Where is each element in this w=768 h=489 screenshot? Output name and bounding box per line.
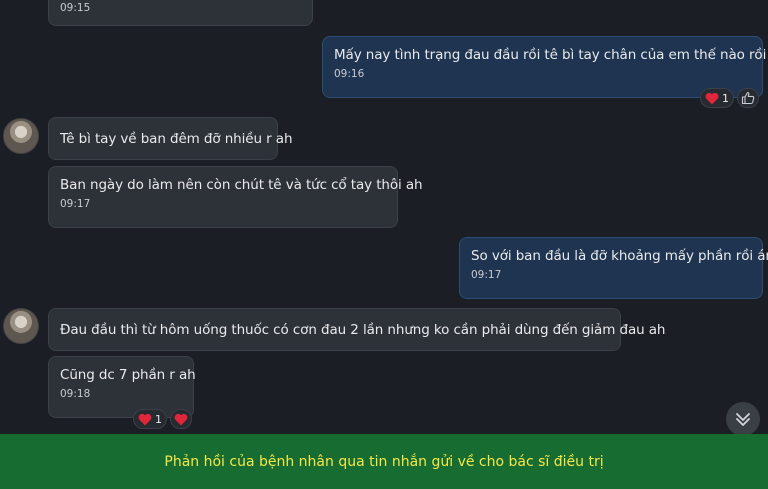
heart-reaction[interactable]: 1	[700, 88, 734, 108]
add-like-reaction[interactable]	[737, 88, 759, 108]
heart-icon	[705, 92, 719, 104]
message-reactions[interactable]: 1	[133, 409, 192, 429]
message-text: Ban ngày do làm nên còn chút tê và tức c…	[60, 177, 423, 193]
reaction-count: 1	[155, 412, 162, 426]
thumbs-up-icon	[741, 91, 755, 105]
message-bubble-incoming[interactable]: Ban ngày do làm nên còn chút tê và tức c…	[48, 166, 423, 228]
heart-reaction[interactable]: 1	[133, 409, 167, 429]
caption-text: Phản hồi của bệnh nhân qua tin nhắn gửi …	[164, 453, 604, 470]
message-text: Đau đầu thì từ hôm uống thuốc có cơn đau…	[60, 322, 666, 338]
double-chevron-down-icon	[736, 413, 750, 426]
caption-bar: Phản hồi của bệnh nhân qua tin nhắn gửi …	[0, 434, 768, 489]
message-bubble-incoming[interactable]: Tê bì tay về ban đêm đỡ nhiều r ah	[48, 117, 293, 160]
message-time: 09:15	[60, 2, 91, 14]
heart-icon	[138, 413, 152, 425]
heart-icon	[174, 413, 188, 425]
message-bubble-incoming[interactable]: 09:15	[48, 0, 313, 26]
scroll-to-bottom-button[interactable]	[726, 402, 760, 434]
avatar[interactable]	[3, 308, 39, 344]
message-text: So với ban đầu là đỡ khoảng mấy phần rồi…	[471, 248, 768, 264]
message-time: 09:17	[60, 198, 91, 210]
message-text: Mấy nay tình trạng đau đầu rồi tê bì tay…	[334, 47, 768, 63]
add-heart-reaction[interactable]	[170, 409, 192, 429]
message-time: 09:17	[471, 269, 502, 281]
message-text: Cũng dc 7 phần r ah	[60, 367, 196, 383]
message-time: 09:16	[334, 68, 365, 80]
message-bubble-incoming[interactable]: Đau đầu thì từ hôm uống thuốc có cơn đau…	[48, 308, 666, 351]
avatar[interactable]	[3, 118, 39, 154]
reaction-count: 1	[722, 91, 729, 105]
message-bubble-outgoing[interactable]: So với ban đầu là đỡ khoảng mấy phần rồi…	[459, 237, 768, 299]
message-text: Tê bì tay về ban đêm đỡ nhiều r ah	[60, 131, 293, 147]
message-bubble-outgoing[interactable]: Mấy nay tình trạng đau đầu rồi tê bì tay…	[322, 36, 768, 98]
message-time: 09:18	[60, 388, 91, 400]
message-reactions[interactable]: 1	[700, 88, 759, 108]
chat-area: 09:15 Mấy nay tình trạng đau đầu rồi tê …	[0, 0, 768, 434]
